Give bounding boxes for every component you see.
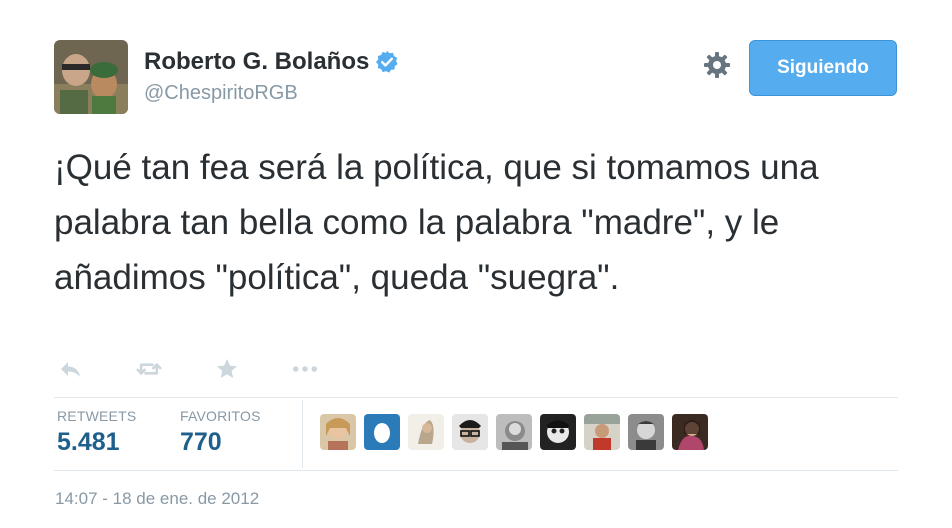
retweets-stat[interactable]: RETWEETS 5.481 (57, 408, 136, 457)
retweets-count: 5.481 (57, 428, 120, 456)
stats-vertical-divider (302, 400, 303, 468)
favoriter-avatar-default-egg[interactable] (364, 414, 400, 450)
user-fullname[interactable]: Roberto G. Bolaños (144, 48, 399, 76)
verified-badge-icon (375, 50, 399, 74)
favoriters-avatars (320, 414, 716, 450)
favoriter-avatar[interactable] (452, 414, 488, 450)
user-handle[interactable]: @ChespiritoRGB (144, 82, 399, 105)
tweet-timestamp[interactable]: 14:07 - 18 de ene. de 2012 (55, 489, 259, 509)
favoriter-avatar[interactable] (584, 414, 620, 450)
favorite-star-icon[interactable] (214, 356, 240, 382)
retweet-icon[interactable] (136, 356, 162, 382)
favoriter-avatar[interactable] (628, 414, 664, 450)
favoriter-avatar[interactable] (540, 414, 576, 450)
tweet-actions (58, 355, 370, 383)
following-button[interactable]: Siguiendo (749, 40, 897, 96)
favoriter-avatar[interactable] (496, 414, 532, 450)
retweets-label: RETWEETS (57, 408, 137, 424)
favorites-count: 770 (180, 428, 222, 456)
favoriter-avatar[interactable] (672, 414, 708, 450)
gear-icon[interactable] (702, 50, 732, 80)
user-identity: Roberto G. Bolaños @ChespiritoRGB (144, 48, 399, 105)
user-avatar[interactable] (54, 40, 128, 114)
tweet-text: ¡Qué tan fea será la política, que si to… (54, 148, 819, 297)
favorites-label: FAVORITOS (180, 408, 261, 424)
more-icon[interactable] (292, 356, 318, 382)
favoriter-avatar[interactable] (320, 414, 356, 450)
user-name-text[interactable]: Roberto G. Bolaños (144, 48, 369, 76)
favorites-stat[interactable]: FAVORITOS 770 (180, 408, 261, 457)
reply-icon[interactable] (58, 356, 84, 382)
stats-bottom-divider (54, 470, 898, 471)
tweet-header: Roberto G. Bolaños @ChespiritoRGB Siguie… (54, 38, 904, 118)
favoriter-avatar[interactable] (408, 414, 444, 450)
stats-top-divider (54, 397, 898, 398)
